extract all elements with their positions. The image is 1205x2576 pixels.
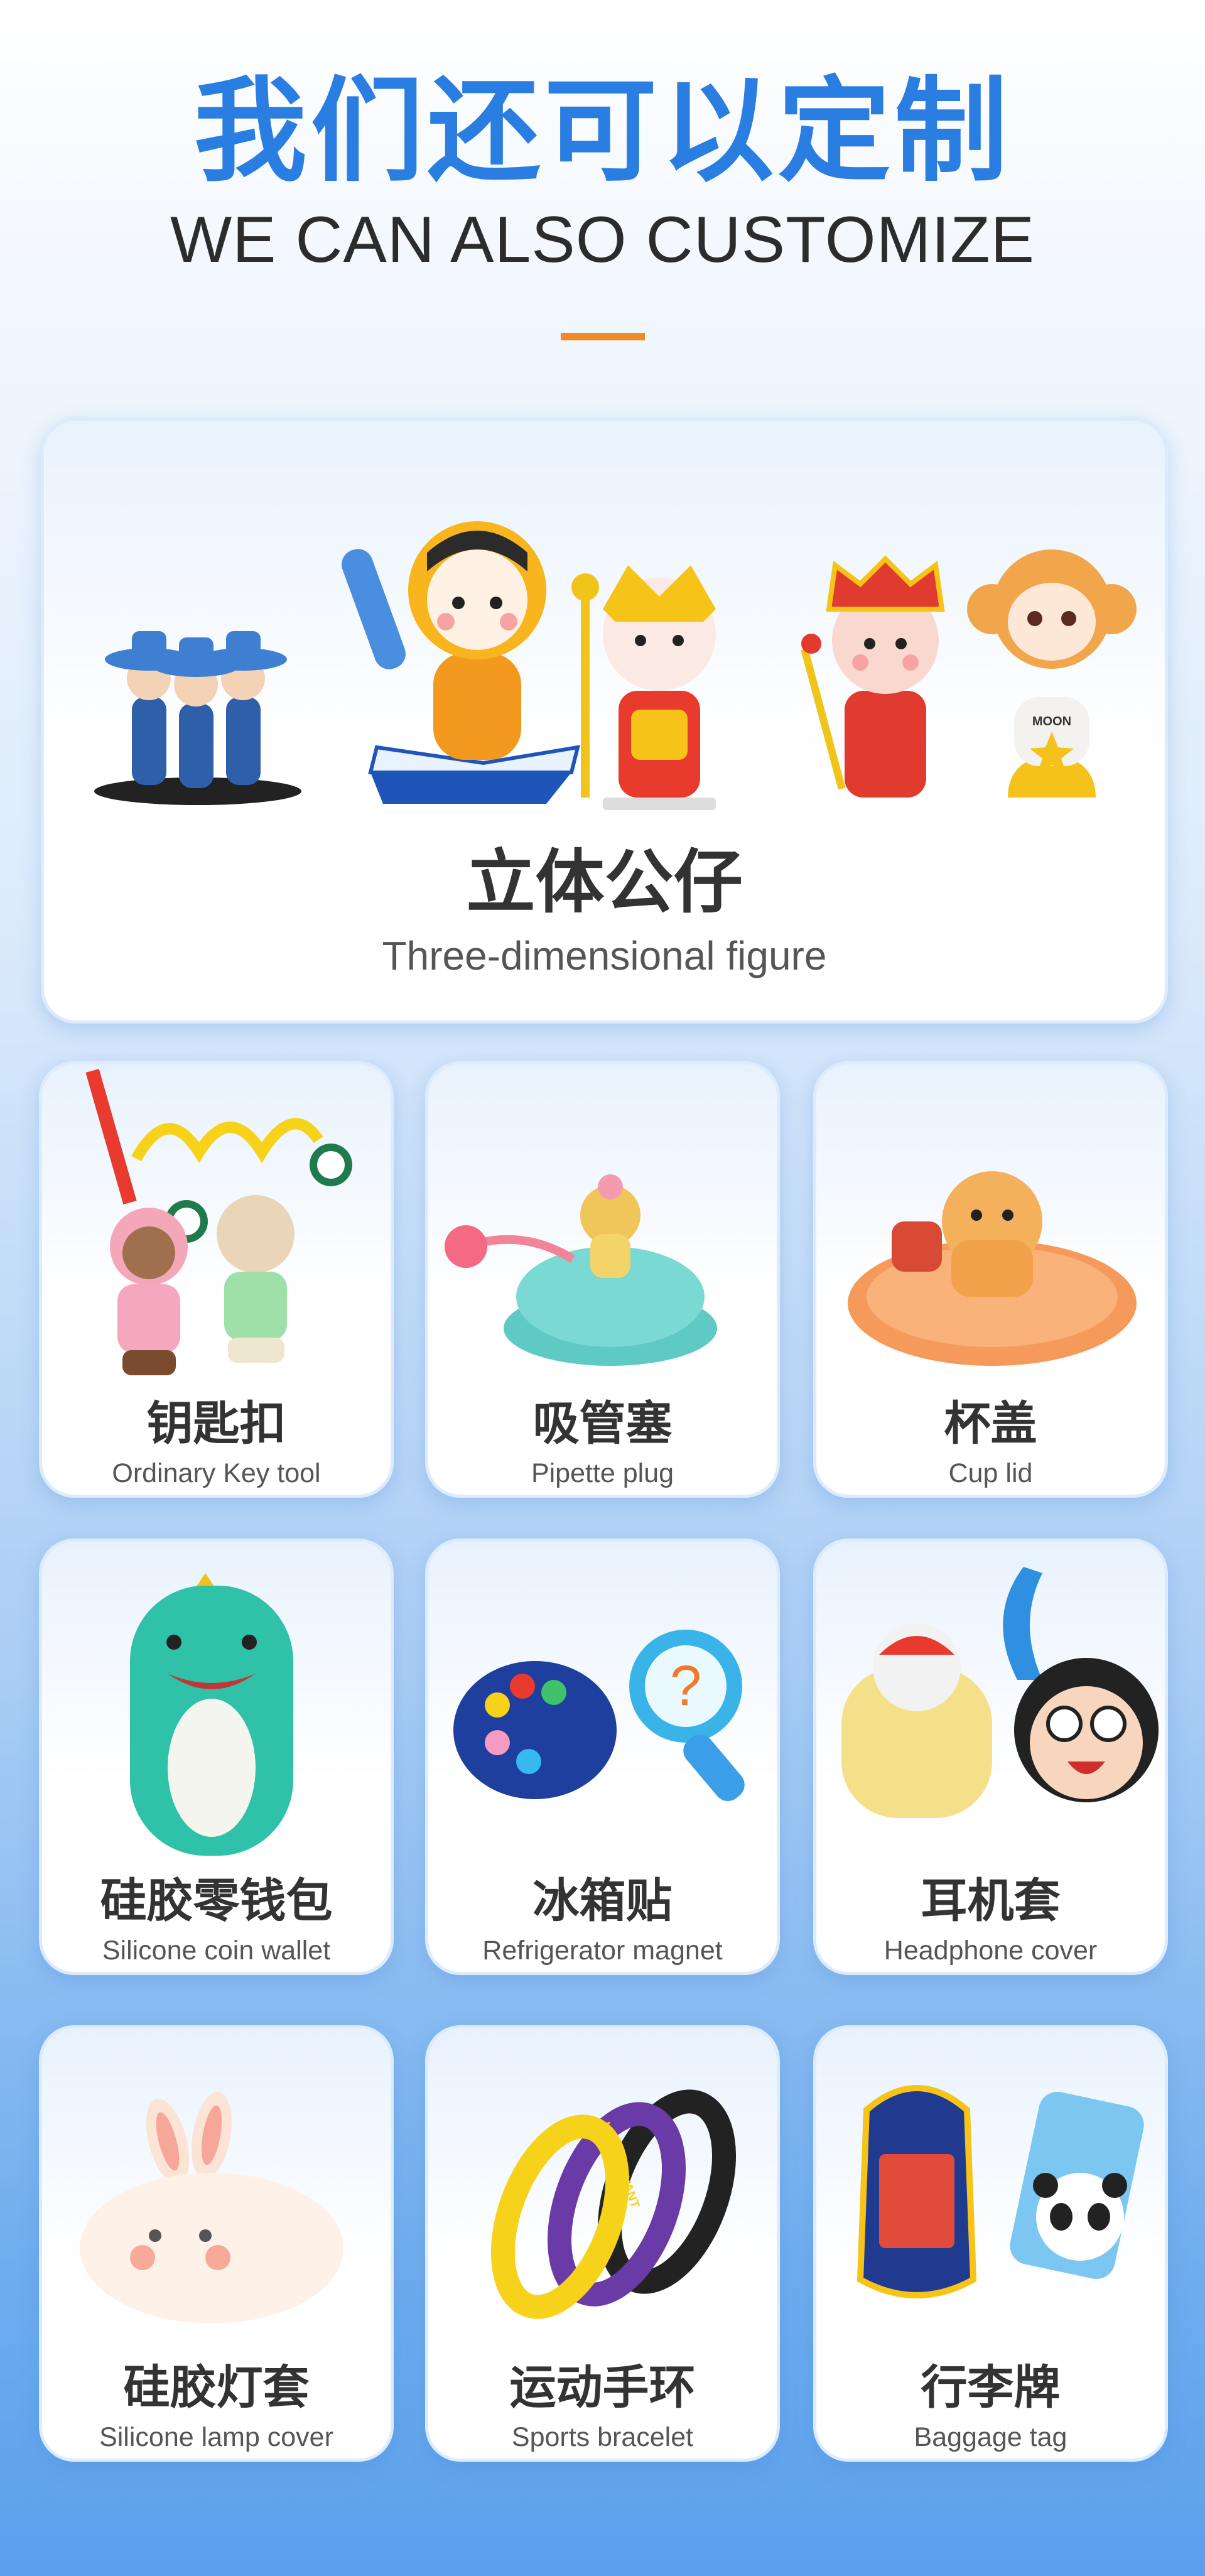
product-label-cn: 硅胶灯套: [123, 2361, 310, 2415]
product-label-en: Silicone coin wallet: [102, 1935, 331, 1966]
pipette-plug-icon: [445, 1174, 717, 1366]
product-card-cup-lid[interactable]: 杯盖 Cup lid: [813, 1061, 1168, 1498]
product-label-en: Pipette plug: [531, 1458, 674, 1488]
product-label-en: Silicone lamp cover: [99, 2422, 333, 2452]
featured-label-en: Three-dimensional figure: [382, 933, 827, 978]
rabbit-lamp-icon: [80, 2091, 343, 2324]
product-label-en: Headphone cover: [883, 1935, 1098, 1966]
page-title: 我们还可以定制: [193, 66, 1012, 197]
armored-hero-icon: [571, 565, 716, 810]
dinosaur-wallet-icon: [130, 1573, 293, 1856]
page-subtitle: WE CAN ALSO CUSTOMIZE: [170, 203, 1035, 276]
product-label-cn: 冰箱贴: [532, 1874, 673, 1928]
product-label-cn: 行李牌: [921, 2361, 1061, 2415]
svg-text:?: ?: [670, 1655, 701, 1718]
product-label-cn: 耳机套: [921, 1874, 1061, 1928]
cup-lid-icon: [848, 1171, 1137, 1366]
product-label-cn: 运动手环: [509, 2361, 696, 2415]
product-card-fridge-magnet[interactable]: ? 冰箱贴 Refrigerator magnet: [425, 1539, 780, 1975]
figures-illustration: MOON: [94, 521, 1137, 810]
product-label-cn: 杯盖: [944, 1397, 1037, 1451]
moon-tag: MOON: [1032, 715, 1071, 728]
product-card-keychain[interactable]: 钥匙扣 Ordinary Key tool: [39, 1061, 394, 1498]
astronaut-kid-icon: [342, 521, 581, 804]
moon-monkey-icon: MOON: [967, 549, 1137, 798]
featured-card-3d-figure[interactable]: MOON 立体公仔 Three-dimensional figure: [41, 418, 1168, 1024]
product-label-en: Ordinary Key tool: [112, 1458, 321, 1488]
bracelet-icon: KOBE BRYANT: [490, 2089, 737, 2319]
headphone-cover-icon: [841, 1567, 1159, 1818]
product-card-coin-wallet[interactable]: 硅胶零钱包 Silicone coin wallet: [39, 1539, 394, 1975]
title-divider: [561, 333, 645, 340]
baggage-tag-icon: [856, 2085, 1144, 2298]
palette-magnet-icon: ?: [453, 1630, 745, 1802]
product-label-cn: 钥匙扣: [146, 1397, 286, 1451]
product-label-en: Cup lid: [948, 1458, 1033, 1488]
product-label-cn: 硅胶零钱包: [100, 1874, 333, 1928]
keychain-icon: [85, 1068, 352, 1375]
product-card-lamp-cover[interactable]: 硅胶灯套 Silicone lamp cover: [39, 2025, 394, 2462]
product-card-headphone-cover[interactable]: 耳机套 Headphone cover: [813, 1539, 1168, 1975]
product-card-pipette-plug[interactable]: 吸管塞 Pipette plug: [425, 1061, 780, 1498]
cowboy-figures-icon: [94, 631, 301, 805]
product-card-bracelet[interactable]: KOBE BRYANT 运动手环 Sports bracelet: [425, 2025, 780, 2462]
product-card-baggage-tag[interactable]: 行李牌 Baggage tag: [813, 2025, 1168, 2462]
product-label-en: Sports bracelet: [511, 2422, 694, 2452]
featured-label-cn: 立体公仔: [466, 842, 743, 923]
product-label-en: Refrigerator magnet: [482, 1935, 723, 1966]
product-label-en: Baggage tag: [914, 2422, 1067, 2452]
monkey-king-icon: [801, 555, 945, 798]
product-label-cn: 吸管塞: [532, 1397, 673, 1451]
